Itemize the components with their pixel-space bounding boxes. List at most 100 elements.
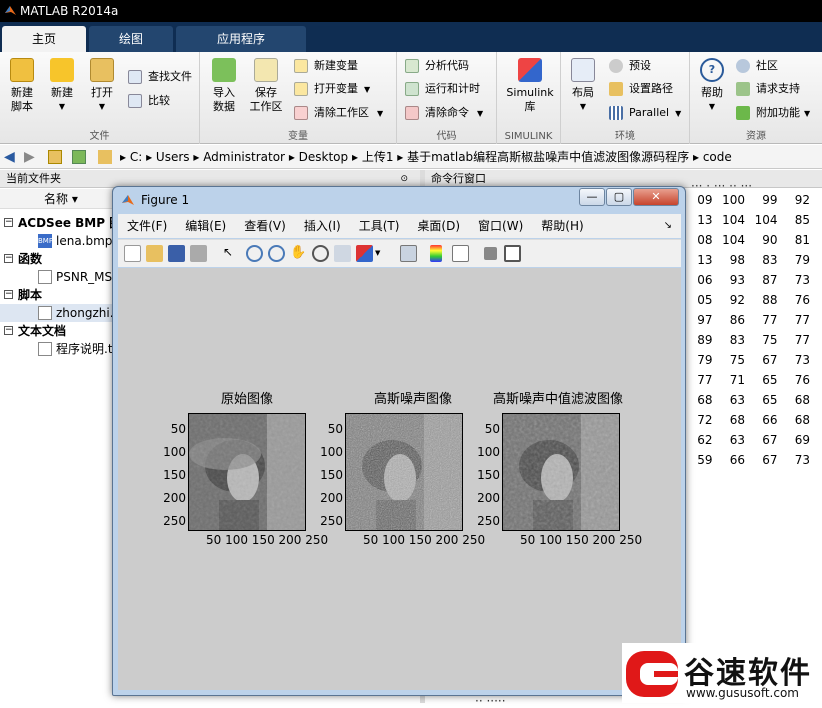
maximize-button[interactable]: ▢ — [606, 188, 632, 206]
crumb-desktop[interactable]: Desktop — [299, 150, 349, 164]
minimize-button[interactable]: — — [579, 188, 605, 206]
tab-home[interactable]: 主页 — [2, 26, 86, 52]
up-folder-icon[interactable] — [48, 150, 62, 164]
find-files-button[interactable]: 查找文件 — [128, 68, 192, 86]
addons-button[interactable]: 附加功能 ▼ — [736, 104, 810, 122]
collapse-icon[interactable]: − — [4, 326, 13, 335]
tab-apps[interactable]: 应用程序 — [176, 26, 306, 52]
bmp-file-icon: BMP — [38, 234, 53, 248]
hide-plot-tools-icon[interactable] — [484, 247, 497, 260]
menu-window[interactable]: 窗口(W) — [469, 214, 532, 238]
pointer-icon[interactable]: ↖ — [222, 245, 234, 262]
data-cursor-icon[interactable] — [334, 245, 351, 262]
preferences-button[interactable]: 预设 — [609, 57, 651, 75]
output-value: 75 — [762, 333, 778, 347]
plot1-axes[interactable] — [188, 413, 306, 531]
dock-arrow-icon[interactable]: ↘ — [655, 214, 681, 238]
colorbar-icon[interactable] — [430, 245, 442, 262]
close-button[interactable]: ✕ — [633, 188, 679, 206]
clear-commands-button[interactable]: 清除命令 ▼ — [405, 104, 483, 122]
new-button[interactable]: 新建 ▼ — [42, 58, 82, 114]
group-label: 脚本 — [18, 288, 43, 302]
help-button[interactable]: ? 帮助 ▼ — [692, 58, 732, 114]
compare-button[interactable]: 比较 — [128, 92, 170, 110]
figure-title-bar[interactable]: Figure 1 — ▢ ✕ — [113, 187, 685, 213]
browse-folder-icon[interactable] — [72, 150, 86, 164]
parallel-button[interactable]: Parallel ▼ — [609, 104, 681, 122]
simulink-library-button[interactable]: Simulink 库 — [505, 58, 555, 114]
crumb-administrator[interactable]: Administrator — [203, 150, 285, 164]
address-path[interactable]: ▸ C: ▸ Users ▸ Administrator ▸ Desktop ▸… — [120, 145, 732, 169]
environment-group: 布局 ▼ 预设 设置路径 Parallel ▼ 环境 — [561, 52, 690, 144]
menu-view[interactable]: 查看(V) — [235, 214, 295, 238]
open-variable-label: 打开变量 — [314, 82, 358, 95]
request-support-button[interactable]: 请求支持 — [736, 80, 800, 98]
menu-edit[interactable]: 编辑(E) — [176, 214, 235, 238]
save-workspace-button[interactable]: 保存 工作区 — [244, 58, 288, 114]
collapse-icon[interactable]: − — [4, 254, 13, 263]
menu-tools[interactable]: 工具(T) — [350, 214, 409, 238]
plot2-ytick: 150 — [320, 468, 343, 482]
crumb-upload1[interactable]: 上传1 — [362, 150, 394, 164]
plot3-axes[interactable] — [502, 413, 620, 531]
plot2-axes[interactable] — [345, 413, 463, 531]
new-figure-icon[interactable] — [124, 245, 141, 262]
print-icon[interactable] — [190, 245, 207, 262]
file-group-label: 文件 — [89, 131, 110, 142]
zoom-in-icon[interactable] — [246, 245, 263, 262]
collapse-icon[interactable]: − — [4, 290, 13, 299]
import-data-button[interactable]: 导入 数据 — [204, 58, 244, 114]
menu-insert[interactable]: 插入(I) — [295, 214, 350, 238]
community-button[interactable]: 社区 — [736, 57, 778, 75]
new-variable-button[interactable]: 新建变量 — [294, 57, 358, 75]
legend-icon[interactable] — [452, 245, 469, 262]
new-script-label: 新建 脚本 — [11, 86, 33, 113]
menu-file[interactable]: 文件(F) — [118, 214, 176, 238]
tab-plots[interactable]: 绘图 — [89, 26, 173, 52]
output-value: 68 — [794, 413, 810, 427]
pan-hand-icon[interactable]: ✋ — [290, 245, 307, 262]
file-label: zhongzhi. — [56, 306, 114, 320]
address-bar[interactable]: ◀ ▶ ▸ C: ▸ Users ▸ Administrator ▸ Deskt… — [0, 145, 822, 169]
output-value: 83 — [762, 253, 778, 267]
forward-arrow-icon[interactable]: ▶ — [24, 145, 35, 169]
show-plot-tools-icon[interactable] — [504, 245, 521, 262]
rotate-3d-icon[interactable] — [312, 245, 329, 262]
collapse-icon[interactable]: − — [4, 218, 13, 227]
crumb-c[interactable]: C: — [130, 150, 142, 164]
link-plot-icon[interactable] — [400, 245, 417, 262]
open-file-icon[interactable] — [146, 245, 163, 262]
plot3-ytick: 150 — [477, 468, 500, 482]
zoom-out-icon[interactable] — [268, 245, 285, 262]
new-script-button[interactable]: 新建 脚本 — [2, 58, 42, 114]
menu-desktop[interactable]: 桌面(D) — [408, 214, 469, 238]
output-value: 66 — [729, 453, 745, 467]
output-value: 100 — [722, 193, 745, 207]
output-value: 93 — [729, 273, 745, 287]
crumb-code[interactable]: code — [703, 150, 732, 164]
run-time-label: 运行和计时 — [425, 82, 480, 95]
analyze-code-button[interactable]: 分析代码 — [405, 57, 469, 75]
dropdown-arrow-icon[interactable]: ▼ — [375, 245, 383, 262]
preferences-label: 预设 — [629, 59, 651, 72]
layout-button[interactable]: 布局 ▼ — [563, 58, 603, 114]
clear-workspace-button[interactable]: 清除工作区 ▼ — [294, 104, 383, 122]
output-value: 73 — [794, 353, 810, 367]
output-value: 76 — [794, 293, 810, 307]
open-variable-button[interactable]: 打开变量 ▼ — [294, 80, 370, 98]
set-path-button[interactable]: 设置路径 — [609, 80, 673, 98]
brush-icon[interactable] — [356, 245, 373, 262]
menu-help[interactable]: 帮助(H) — [532, 214, 592, 238]
group-label: 函数 — [18, 252, 43, 266]
crumb-users[interactable]: Users — [156, 150, 190, 164]
open-button[interactable]: 打开 ▼ — [82, 58, 122, 114]
partial-output-top: ··· · ··· ·· ··· — [691, 179, 753, 193]
save-icon[interactable] — [168, 245, 185, 262]
figure-window[interactable]: Figure 1 — ▢ ✕ 文件(F) 编辑(E) 查看(V) 插入(I) 工… — [112, 186, 686, 696]
gaussian-noise-image — [346, 414, 462, 530]
run-time-button[interactable]: 运行和计时 — [405, 80, 480, 98]
plot1-ytick: 50 — [170, 422, 186, 436]
back-arrow-icon[interactable]: ◀ — [4, 145, 15, 169]
save-workspace-label: 保存 工作区 — [249, 86, 283, 113]
crumb-project[interactable]: 基于matlab编程高斯椒盐噪声中值滤波图像源码程序 — [407, 150, 689, 164]
